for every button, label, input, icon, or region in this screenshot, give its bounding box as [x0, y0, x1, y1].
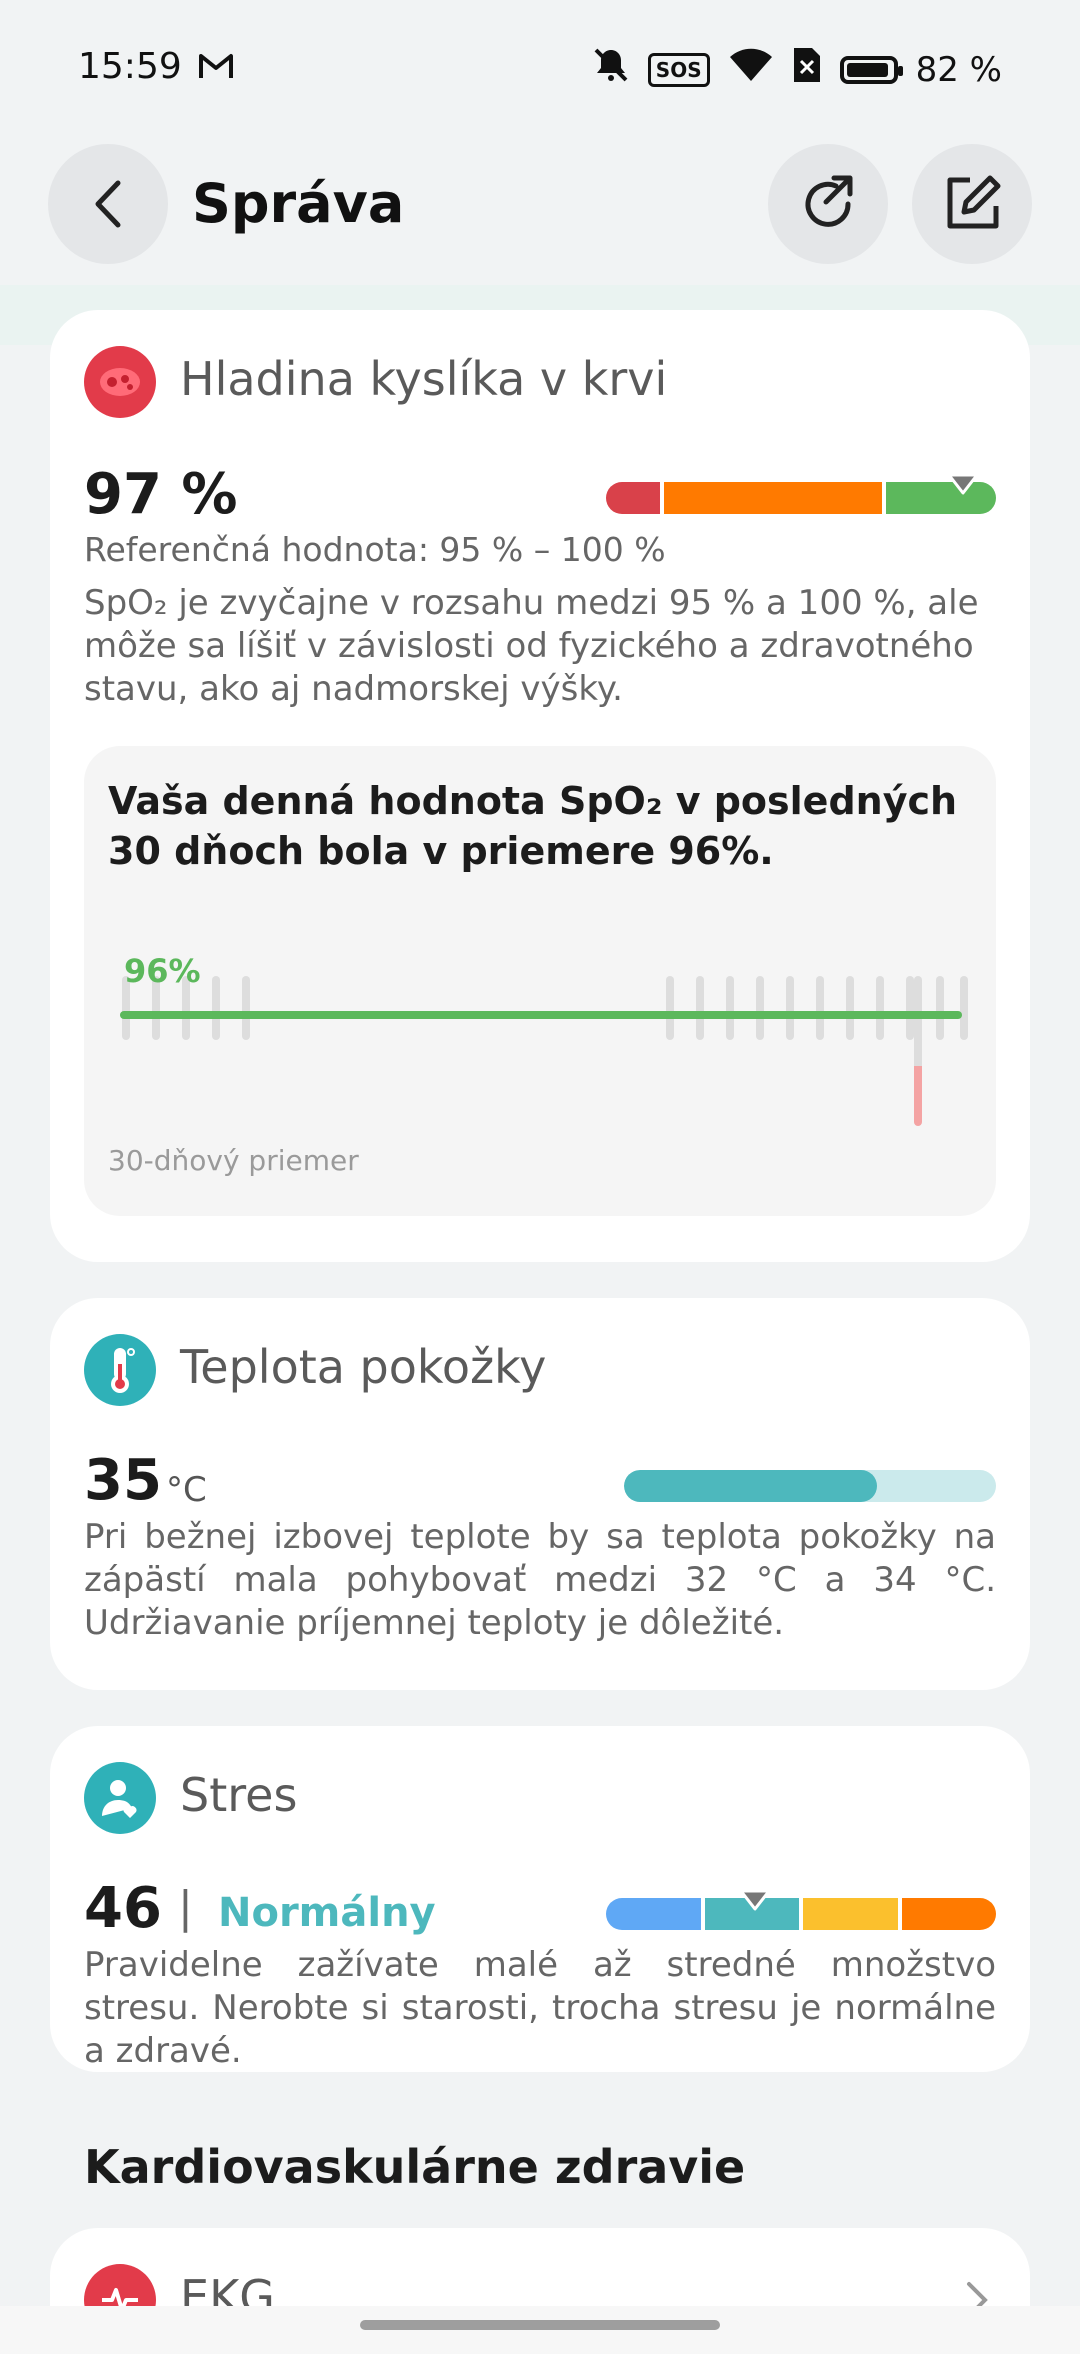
- daily-tick: [816, 976, 824, 1040]
- spo2-description: SpO₂ je zvyčajne v rozsahu medzi 95 % a …: [84, 583, 979, 709]
- stress-title: Stres: [180, 1768, 298, 1822]
- daily-tick: [666, 976, 674, 1040]
- back-arrow-icon: [95, 180, 121, 228]
- spo2-average-label: 96%: [124, 952, 201, 990]
- daily-tick: [726, 976, 734, 1040]
- section-heading: Kardiovaskulárne zdravie: [84, 2140, 746, 2194]
- stress-range-relaxed: [606, 1898, 701, 1930]
- navigation-bar: [0, 2306, 1080, 2354]
- home-indicator[interactable]: [360, 2320, 720, 2330]
- sim-off-icon: [792, 46, 822, 93]
- stress-separator: |: [178, 1882, 193, 1933]
- spo2-value: 97 %: [84, 462, 238, 527]
- stress-range-medium: [803, 1898, 898, 1930]
- page-title: Správa: [192, 172, 405, 235]
- status-time: 15:59: [78, 46, 182, 87]
- daily-tick: [960, 976, 968, 1040]
- mute-icon: [592, 46, 630, 93]
- spo2-average-panel: Vaša denná hodnota SpO₂ v posledných 30 …: [84, 746, 996, 1216]
- share-button[interactable]: [768, 144, 888, 264]
- stress-range-high: [901, 1898, 996, 1930]
- skin-temperature-title: Teplota pokožky: [180, 1340, 547, 1394]
- blood-oxygen-icon: [84, 346, 156, 418]
- spo2-average-line: [120, 1011, 962, 1019]
- gmail-icon: [198, 52, 234, 84]
- daily-tick: [242, 976, 250, 1040]
- skin-temperature-value: 35: [84, 1448, 162, 1513]
- skin-temperature-card[interactable]: Teplota pokožky 35 °C Pri bežnej izbovej…: [50, 1298, 1030, 1690]
- skin-temperature-bar-fill: [624, 1470, 877, 1502]
- stress-value: 46: [84, 1876, 162, 1941]
- daily-tick: [786, 976, 794, 1040]
- stress-range-bar: [606, 1898, 996, 1930]
- spo2-marker-icon: [946, 472, 980, 500]
- back-button[interactable]: [48, 144, 168, 264]
- daily-tick: [876, 976, 884, 1040]
- battery-percent: 82 %: [915, 49, 1002, 90]
- spo2-reference: Referenčná hodnota: 95 % – 100 %: [84, 530, 666, 569]
- spo2-card[interactable]: Hladina kyslíka v krvi 97 % Referenčná h…: [50, 310, 1030, 1262]
- stress-description: Pravidelne zažívate malé až stredné množ…: [84, 1945, 996, 2071]
- thermometer-icon: [84, 1334, 156, 1406]
- sos-icon: SOS: [647, 52, 710, 87]
- status-bar: 15:59 SOS 82 %: [0, 0, 1080, 130]
- spo2-range-bar: [606, 482, 996, 514]
- edit-button[interactable]: [912, 144, 1032, 264]
- daily-tick: [936, 976, 944, 1040]
- spo2-range-low: [606, 482, 660, 514]
- share-icon: [805, 175, 853, 227]
- daily-tick: [212, 976, 220, 1040]
- wifi-icon: [728, 47, 774, 92]
- spo2-title: Hladina kyslíka v krvi: [180, 352, 668, 406]
- daily-tick: [696, 976, 704, 1040]
- skin-temperature-bar: [624, 1470, 996, 1502]
- edit-icon: [947, 175, 1001, 229]
- daily-tick: [846, 976, 854, 1040]
- daily-tick-low: [914, 976, 922, 1126]
- daily-tick: [756, 976, 764, 1040]
- stress-status: Normálny: [218, 1890, 436, 1936]
- stress-card[interactable]: Stres 46 | Normálny Pravidelne zažívate …: [50, 1726, 1030, 2072]
- stress-person-icon: [84, 1762, 156, 1834]
- stress-marker-icon: [738, 1888, 772, 1916]
- battery-icon: [839, 55, 903, 84]
- skin-temperature-unit: °C: [166, 1470, 207, 1510]
- spo2-average-footer: 30-dňový priemer: [108, 1144, 359, 1177]
- status-icons: SOS 82 %: [592, 46, 1002, 93]
- skin-temperature-description: Pri bežnej izbovej teplote by sa teplota…: [84, 1517, 996, 1643]
- daily-tick: [906, 976, 914, 1040]
- spo2-range-mid: [664, 482, 882, 514]
